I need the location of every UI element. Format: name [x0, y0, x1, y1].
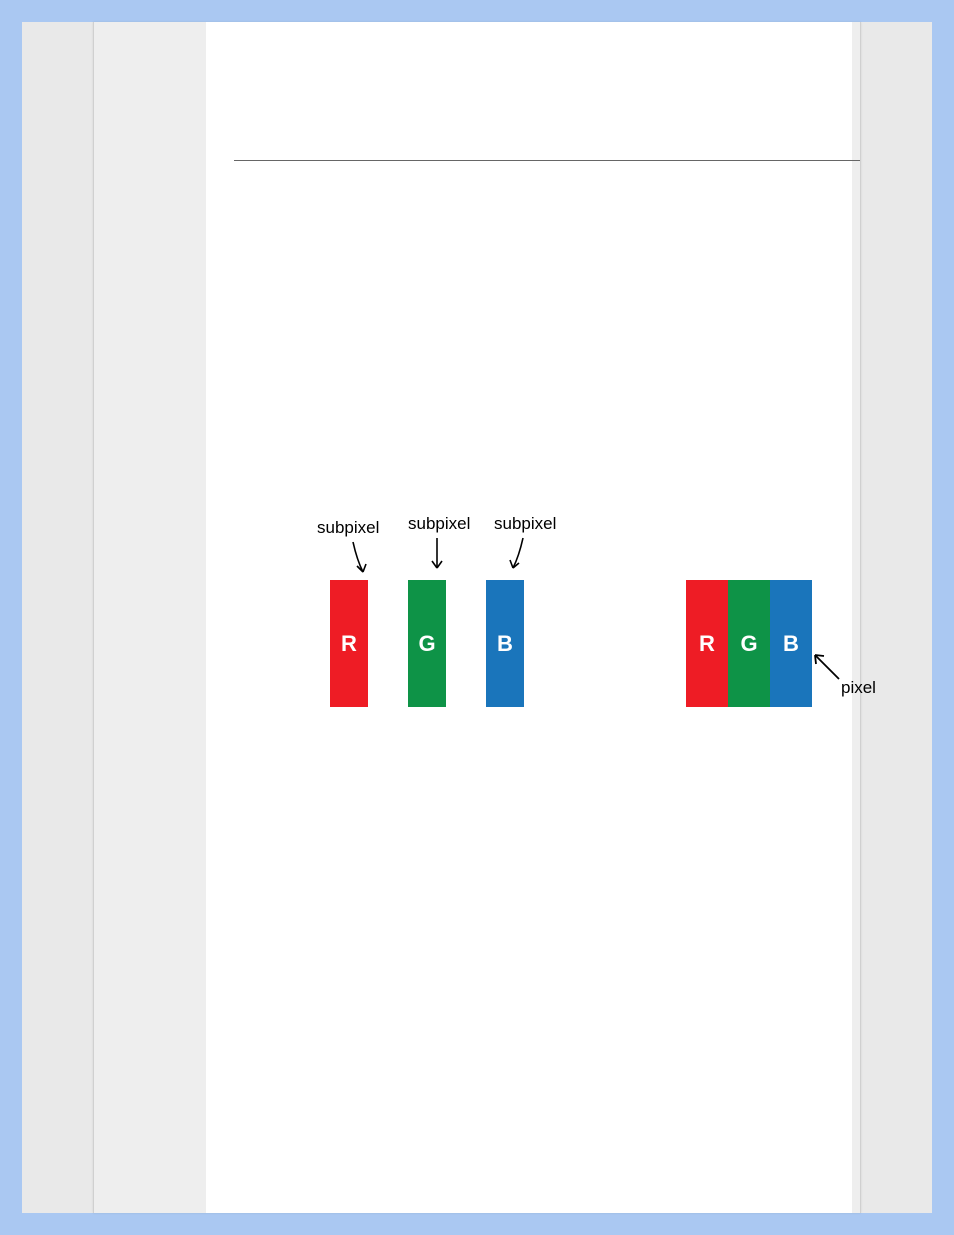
pixel-block-r: R: [686, 580, 728, 707]
document-page: subpixel subpixel subpixel: [93, 22, 861, 1213]
pixel-label: pixel: [841, 678, 876, 698]
arrow-icon: [347, 538, 377, 578]
subpixel-block-b: B: [486, 580, 524, 707]
page-left-margin: [94, 22, 206, 1213]
pixel-group: R G B: [686, 580, 812, 707]
pixel-block-g: G: [728, 580, 770, 707]
horizontal-rule: [234, 160, 860, 161]
subpixel-group: R G B: [330, 580, 524, 707]
arrow-icon: [501, 534, 531, 574]
subpixel-label-g: subpixel: [408, 514, 470, 534]
arrow-icon: [809, 649, 845, 683]
subpixel-label-b: subpixel: [494, 514, 556, 534]
arrow-icon: [423, 534, 453, 574]
page-right-margin: [852, 22, 860, 1213]
subpixel-label-r: subpixel: [317, 518, 379, 538]
pixel-block-b: B: [770, 580, 812, 707]
subpixel-block-r: R: [330, 580, 368, 707]
rgb-subpixel-diagram: subpixel subpixel subpixel: [224, 492, 840, 752]
subpixel-block-g: G: [408, 580, 446, 707]
outer-frame: subpixel subpixel subpixel: [22, 22, 932, 1213]
